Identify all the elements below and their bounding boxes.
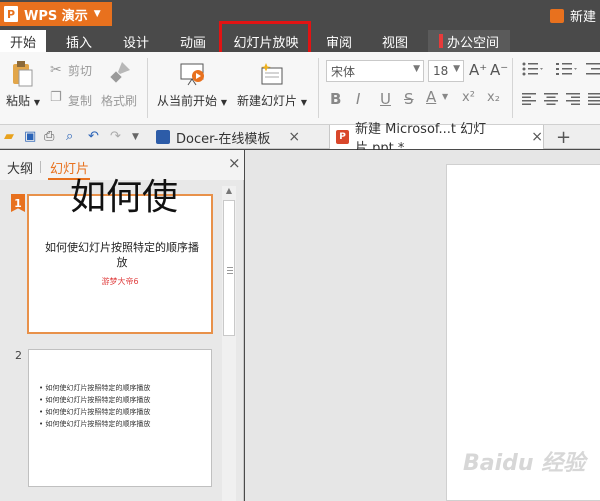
thumbnail-title: 如何使幻灯片按照特定的顺序播放 [45, 241, 199, 269]
ribbon: 粘贴 ▼ ✂ 剪切 ❐ 复制 格式刷 从当前开始 ▼ 新建幻灯片 ▼ 宋体 ▼ … [0, 52, 600, 125]
font-size-value: 18 [433, 64, 449, 78]
slide-title-text[interactable]: 如何使 [70, 168, 178, 220]
bullet-text: 如何使幻灯片按照特定的顺序播放 [45, 396, 151, 404]
justify-icon[interactable] [588, 93, 600, 108]
chevron-down-icon: ▼ [93, 9, 101, 19]
redo-icon[interactable]: ↷ [110, 129, 121, 144]
grow-font-button[interactable]: A⁺ [469, 61, 487, 79]
chevron-down-icon: ▼ [220, 98, 227, 107]
align-left-icon[interactable] [522, 93, 536, 108]
thumbnail-subtitle: 游梦大帝6 [101, 277, 139, 286]
list-item: • 如何使幻灯片按照特定的顺序播放 [39, 420, 151, 428]
watermark: Baidu 经验 [463, 451, 586, 476]
scissors-icon: ✂ [50, 62, 62, 78]
play-slideshow-icon[interactable] [180, 62, 206, 89]
from-current-button[interactable]: 从当前开始 ▼ [157, 92, 227, 109]
font-color-button[interactable]: A [426, 88, 436, 106]
app-menu-button[interactable]: P WPS 演示 ▼ [0, 2, 112, 26]
font-name-value: 宋体 [331, 64, 356, 79]
office-space-label: 办公空间 [446, 35, 499, 51]
save-icon[interactable]: ▣ [24, 129, 36, 144]
list-item: • 如何使幻灯片按照特定的顺序播放 [39, 408, 151, 416]
paste-label: 粘贴 [6, 94, 31, 108]
brush-icon [108, 60, 132, 87]
close-icon[interactable]: × [288, 129, 300, 145]
bold-button[interactable]: B [330, 90, 341, 108]
close-icon[interactable]: × [531, 129, 543, 145]
chevron-down-icon[interactable]: ▼ [132, 132, 139, 142]
grip-icon [227, 267, 233, 268]
print-preview-icon[interactable]: ⌕ [66, 129, 73, 144]
copy-icon: ❐ [50, 90, 62, 105]
new-slide-icon[interactable] [260, 62, 286, 89]
office-space-icon [438, 34, 443, 48]
paste-icon[interactable] [10, 60, 34, 91]
scroll-up-icon[interactable]: ▲ [222, 186, 236, 198]
tab-review[interactable]: 审阅 [316, 30, 362, 52]
new-button[interactable]: 新建 [549, 6, 596, 25]
divider [318, 58, 319, 118]
subscript-button[interactable]: x₂ [487, 90, 500, 105]
bullet-list-icon[interactable] [522, 62, 544, 79]
new-tab-button[interactable]: + [556, 125, 571, 149]
bullet-text: 如何使幻灯片按照特定的顺序播放 [45, 420, 151, 428]
new-slide-label: 新建幻灯片 [237, 94, 298, 108]
print-icon[interactable]: ⎙ [44, 129, 54, 144]
tab-insert[interactable]: 插入 [56, 30, 102, 52]
tab-office-space[interactable]: 办公空间 [428, 30, 510, 52]
wps-logo-icon: P [4, 6, 18, 22]
undo-icon[interactable]: ↶ [88, 129, 99, 144]
app-name: WPS 演示 [24, 8, 88, 24]
tab-home[interactable]: 开始 [0, 30, 46, 52]
scroll-thumb[interactable] [223, 200, 235, 336]
tab-animation[interactable]: 动画 [170, 30, 216, 52]
tab-current-document[interactable]: P 新建 Microsof...t 幻灯片.ppt * × [329, 122, 544, 156]
font-size-select[interactable]: 18 ▼ [428, 60, 464, 82]
list-item: • 如何使幻灯片按照特定的顺序播放 [39, 396, 151, 404]
tab-outline[interactable]: 大纲 [7, 158, 33, 177]
align-center-icon[interactable] [544, 93, 558, 108]
tab-view[interactable]: 视图 [372, 30, 418, 52]
slide-thumbnail-2[interactable]: • 如何使幻灯片按照特定的顺序播放 • 如何使幻灯片按照特定的顺序播放 • 如何… [28, 349, 212, 487]
tab-design[interactable]: 设计 [113, 30, 159, 52]
bullet-text: 如何使幻灯片按照特定的顺序播放 [45, 408, 151, 416]
superscript-button[interactable]: x² [462, 90, 475, 105]
bullet-text: 如何使幻灯片按照特定的顺序播放 [45, 384, 151, 392]
indent-icon[interactable] [586, 62, 600, 79]
docer-tab-label: Docer-在线模板 [176, 131, 271, 147]
from-current-label: 从当前开始 [157, 94, 218, 108]
thumbnail-bullets: • 如何使幻灯片按照特定的顺序播放 • 如何使幻灯片按照特定的顺序播放 • 如何… [39, 382, 209, 430]
ppt-file-icon: P [336, 130, 350, 144]
paste-button[interactable]: 粘贴 ▼ [6, 92, 40, 109]
shrink-font-button[interactable]: A⁻ [490, 61, 508, 79]
divider [512, 58, 513, 118]
strikethrough-button[interactable]: S [404, 90, 414, 108]
new-slide-button[interactable]: 新建幻灯片 ▼ [237, 92, 307, 109]
panel-scrollbar[interactable]: ▲ [222, 186, 236, 501]
underline-button[interactable]: U [380, 90, 391, 108]
new-label: 新建 [569, 10, 596, 25]
chevron-down-icon: ▼ [300, 98, 307, 107]
open-folder-icon[interactable]: ▰ [4, 129, 14, 144]
divider [40, 161, 41, 173]
docer-icon [156, 130, 170, 144]
numbered-list-icon[interactable] [556, 62, 578, 79]
divider [147, 58, 148, 118]
bag-icon [549, 8, 564, 23]
italic-button[interactable]: I [356, 90, 360, 108]
tab-docer[interactable]: Docer-在线模板 × [152, 125, 328, 149]
align-right-icon[interactable] [566, 93, 580, 108]
chevron-down-icon: ▼ [453, 64, 460, 74]
font-name-select[interactable]: 宋体 ▼ [326, 60, 424, 82]
cut-button[interactable]: 剪切 [68, 62, 92, 79]
copy-button[interactable]: 复制 [68, 92, 92, 109]
list-item: • 如何使幻灯片按照特定的顺序播放 [39, 384, 151, 392]
chevron-down-icon[interactable]: ▼ [442, 92, 448, 101]
slide-number: 2 [15, 349, 22, 362]
chevron-down-icon: ▼ [33, 98, 40, 107]
format-painter-button[interactable]: 格式刷 [101, 92, 137, 109]
close-icon[interactable]: × [228, 154, 241, 172]
chevron-down-icon: ▼ [413, 64, 420, 74]
document-tab-bar: ▰ ▣ ⎙ ⌕ ↶ ↷ ▼ Docer-在线模板 × P 新建 Microsof… [0, 122, 600, 156]
